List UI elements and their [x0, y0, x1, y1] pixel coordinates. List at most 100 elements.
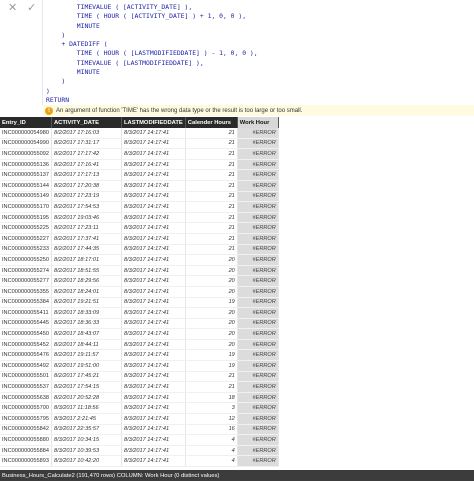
table-cell[interactable]: #ERROR	[237, 445, 279, 457]
table-cell[interactable]: 8/3/2017 14:17:41	[121, 339, 186, 351]
table-cell[interactable]: INC000000055450	[0, 328, 52, 340]
table-cell[interactable]: 8/3/2017 14:17:41	[121, 275, 186, 287]
table-cell[interactable]: #ERROR	[237, 138, 279, 150]
table-cell[interactable]: 8/2/2017 17:45:21	[51, 371, 122, 383]
table-cell[interactable]: #ERROR	[237, 180, 279, 192]
table-cell[interactable]: 8/2/2017 17:54:15	[51, 381, 122, 393]
table-cell[interactable]: 8/3/2017 14:17:41	[121, 318, 186, 330]
table-cell[interactable]: 8/2/2017 20:52:28	[51, 392, 122, 404]
table-cell[interactable]: 8/3/2017 22:35:57	[51, 424, 122, 436]
table-cell[interactable]: #ERROR	[237, 265, 279, 277]
table-cell[interactable]: 8/3/2017 14:17:41	[121, 254, 186, 266]
table-cell[interactable]: INC000000055136	[0, 159, 52, 171]
column-header[interactable]: Entry_ID	[0, 117, 52, 128]
table-cell[interactable]: 8/2/2017 17:44:35	[51, 244, 122, 256]
table-cell[interactable]: #ERROR	[237, 455, 279, 467]
table-cell[interactable]: 21	[185, 222, 238, 234]
table-cell[interactable]: 8/2/2017 17:16:03	[51, 128, 122, 139]
table-cell[interactable]: #ERROR	[237, 339, 279, 351]
table-cell[interactable]: INC000000055149	[0, 191, 52, 203]
table-cell[interactable]: #ERROR	[237, 212, 279, 224]
table-row[interactable]: INC000000055384 8/2/2017 19:21:51 8/3/2017…	[0, 297, 279, 309]
table-row[interactable]: INC000000055842 8/3/2017 22:35:57 8/3/2017…	[0, 424, 279, 436]
table-cell[interactable]: 8/3/2017 14:17:41	[121, 413, 186, 425]
table-cell[interactable]: 19	[185, 297, 238, 309]
table-cell[interactable]: 8/3/2017 14:17:41	[121, 286, 186, 298]
table-cell[interactable]: 8/3/2017 14:17:41	[121, 265, 186, 277]
table-cell[interactable]: INC000000055137	[0, 169, 52, 181]
table-cell[interactable]: INC000000055884	[0, 445, 52, 457]
table-cell[interactable]: 8/2/2017 18:36:33	[51, 318, 122, 330]
table-row[interactable]: INC000000054990 8/2/2017 17:31:17 8/3/2017…	[0, 138, 279, 150]
table-cell[interactable]: 8/3/2017 14:17:41	[121, 180, 186, 192]
table-cell[interactable]: 8/3/2017 14:17:41	[121, 455, 186, 467]
table-cell[interactable]: INC000000055170	[0, 201, 52, 213]
table-cell[interactable]: #ERROR	[237, 413, 279, 425]
table-cell[interactable]: 8/2/2017 18:24:01	[51, 286, 122, 298]
table-cell[interactable]: 20	[185, 286, 238, 298]
table-cell[interactable]: 8/3/2017 14:17:41	[121, 212, 186, 224]
table-cell[interactable]: INC000000055092	[0, 148, 52, 160]
table-cell[interactable]: #ERROR	[237, 371, 279, 383]
table-cell[interactable]: 12	[185, 413, 238, 425]
table-cell[interactable]: 8/3/2017 2:21:45	[51, 413, 122, 425]
table-cell[interactable]: INC000000055144	[0, 180, 52, 192]
table-cell[interactable]: 21	[185, 371, 238, 383]
table-cell[interactable]: 8/2/2017 18:33:09	[51, 307, 122, 319]
table-cell[interactable]: 8/3/2017 14:17:41	[121, 307, 186, 319]
table-cell[interactable]: 8/2/2017 19:51:00	[51, 360, 122, 372]
table-cell[interactable]: #ERROR	[237, 191, 279, 203]
table-cell[interactable]: 8/3/2017 14:17:41	[121, 201, 186, 213]
column-header[interactable]: Work Hour	[237, 117, 279, 128]
column-header[interactable]: ACTIVITY_DATE	[51, 117, 122, 128]
table-cell[interactable]: 21	[185, 169, 238, 181]
table-cell[interactable]: 8/3/2017 14:17:41	[121, 297, 186, 309]
table-cell[interactable]: 8/3/2017 14:17:41	[121, 169, 186, 181]
table-cell[interactable]: #ERROR	[237, 286, 279, 298]
column-header[interactable]: LASTMODIFIEDDATE	[121, 117, 186, 128]
table-cell[interactable]: 8/3/2017 14:17:41	[121, 328, 186, 340]
table-cell[interactable]: INC000000055227	[0, 233, 52, 245]
table-cell[interactable]: 4	[185, 445, 238, 457]
table-cell[interactable]: 8/2/2017 19:11:57	[51, 349, 122, 362]
table-cell[interactable]: 4	[185, 455, 238, 467]
table-cell[interactable]: INC000000054980	[0, 128, 52, 139]
table-cell[interactable]: INC000000055355	[0, 286, 52, 298]
table-cell[interactable]: 8/3/2017 14:17:41	[121, 434, 186, 446]
table-row[interactable]: INC000000055893 8/3/2017 10:42:20 8/3/2017…	[0, 455, 279, 467]
table-cell[interactable]: 21	[185, 244, 238, 256]
table-cell[interactable]: #ERROR	[237, 381, 279, 393]
table-row[interactable]: INC000000055476 8/2/2017 19:11:57 8/3/2017…	[0, 349, 279, 362]
table-row[interactable]: INC000000055149 8/2/2017 17:23:19 8/3/2017…	[0, 191, 279, 203]
table-cell[interactable]: 8/2/2017 17:23:11	[51, 222, 122, 234]
table-cell[interactable]: #ERROR	[237, 318, 279, 330]
table-cell[interactable]: 8/2/2017 17:20:38	[51, 180, 122, 192]
table-row[interactable]: INC000000055501 8/2/2017 17:45:21 8/3/2017…	[0, 371, 279, 383]
formula-editor[interactable]: ✕ ✓ TIMEVALUE ( [ACTIVITY_DATE] ), TIME …	[0, 0, 474, 114]
table-cell[interactable]: 8/2/2017 18:17:01	[51, 254, 122, 266]
table-row[interactable]: INC000000055170 8/2/2017 17:54:53 8/3/2017…	[0, 201, 279, 213]
table-cell[interactable]: 8/3/2017 14:17:41	[121, 244, 186, 256]
table-cell[interactable]: 8/2/2017 17:31:17	[51, 138, 122, 150]
table-row[interactable]: INC000000055144 8/2/2017 17:20:38 8/3/2017…	[0, 180, 279, 192]
table-row[interactable]: INC000000055492 8/2/2017 19:51:00 8/3/2017…	[0, 360, 279, 372]
table-cell[interactable]: 8/2/2017 18:43:07	[51, 328, 122, 340]
data-grid[interactable]: Entry_ID ACTIVITY_DATE LASTMODIFIEDDATE Cal…	[0, 117, 474, 470]
table-cell[interactable]: 8/2/2017 17:54:53	[51, 201, 122, 213]
table-row[interactable]: INC000000055136 8/2/2017 17:16:41 8/3/2017…	[0, 159, 279, 171]
table-cell[interactable]: #ERROR	[237, 201, 279, 213]
table-cell[interactable]: 8/3/2017 14:17:41	[121, 392, 186, 404]
table-row[interactable]: INC000000055537 8/2/2017 17:54:15 8/3/2017…	[0, 381, 279, 393]
table-row[interactable]: INC000000055450 8/2/2017 18:43:07 8/3/2017…	[0, 328, 279, 340]
table-cell[interactable]: 16	[185, 424, 238, 436]
table-cell[interactable]: INC000000055233	[0, 244, 52, 256]
table-cell[interactable]: INC000000055501	[0, 371, 52, 383]
table-cell[interactable]: INC000000055795	[0, 413, 52, 425]
table-cell[interactable]: 8/3/2017 10:34:15	[51, 434, 122, 446]
table-cell[interactable]: #ERROR	[237, 159, 279, 171]
table-cell[interactable]: INC000000055476	[0, 349, 52, 362]
table-cell[interactable]: INC000000055638	[0, 392, 52, 404]
table-cell[interactable]: 8/3/2017 14:17:41	[121, 381, 186, 393]
table-cell[interactable]: 21	[185, 191, 238, 203]
table-cell[interactable]: INC000000054990	[0, 138, 52, 150]
